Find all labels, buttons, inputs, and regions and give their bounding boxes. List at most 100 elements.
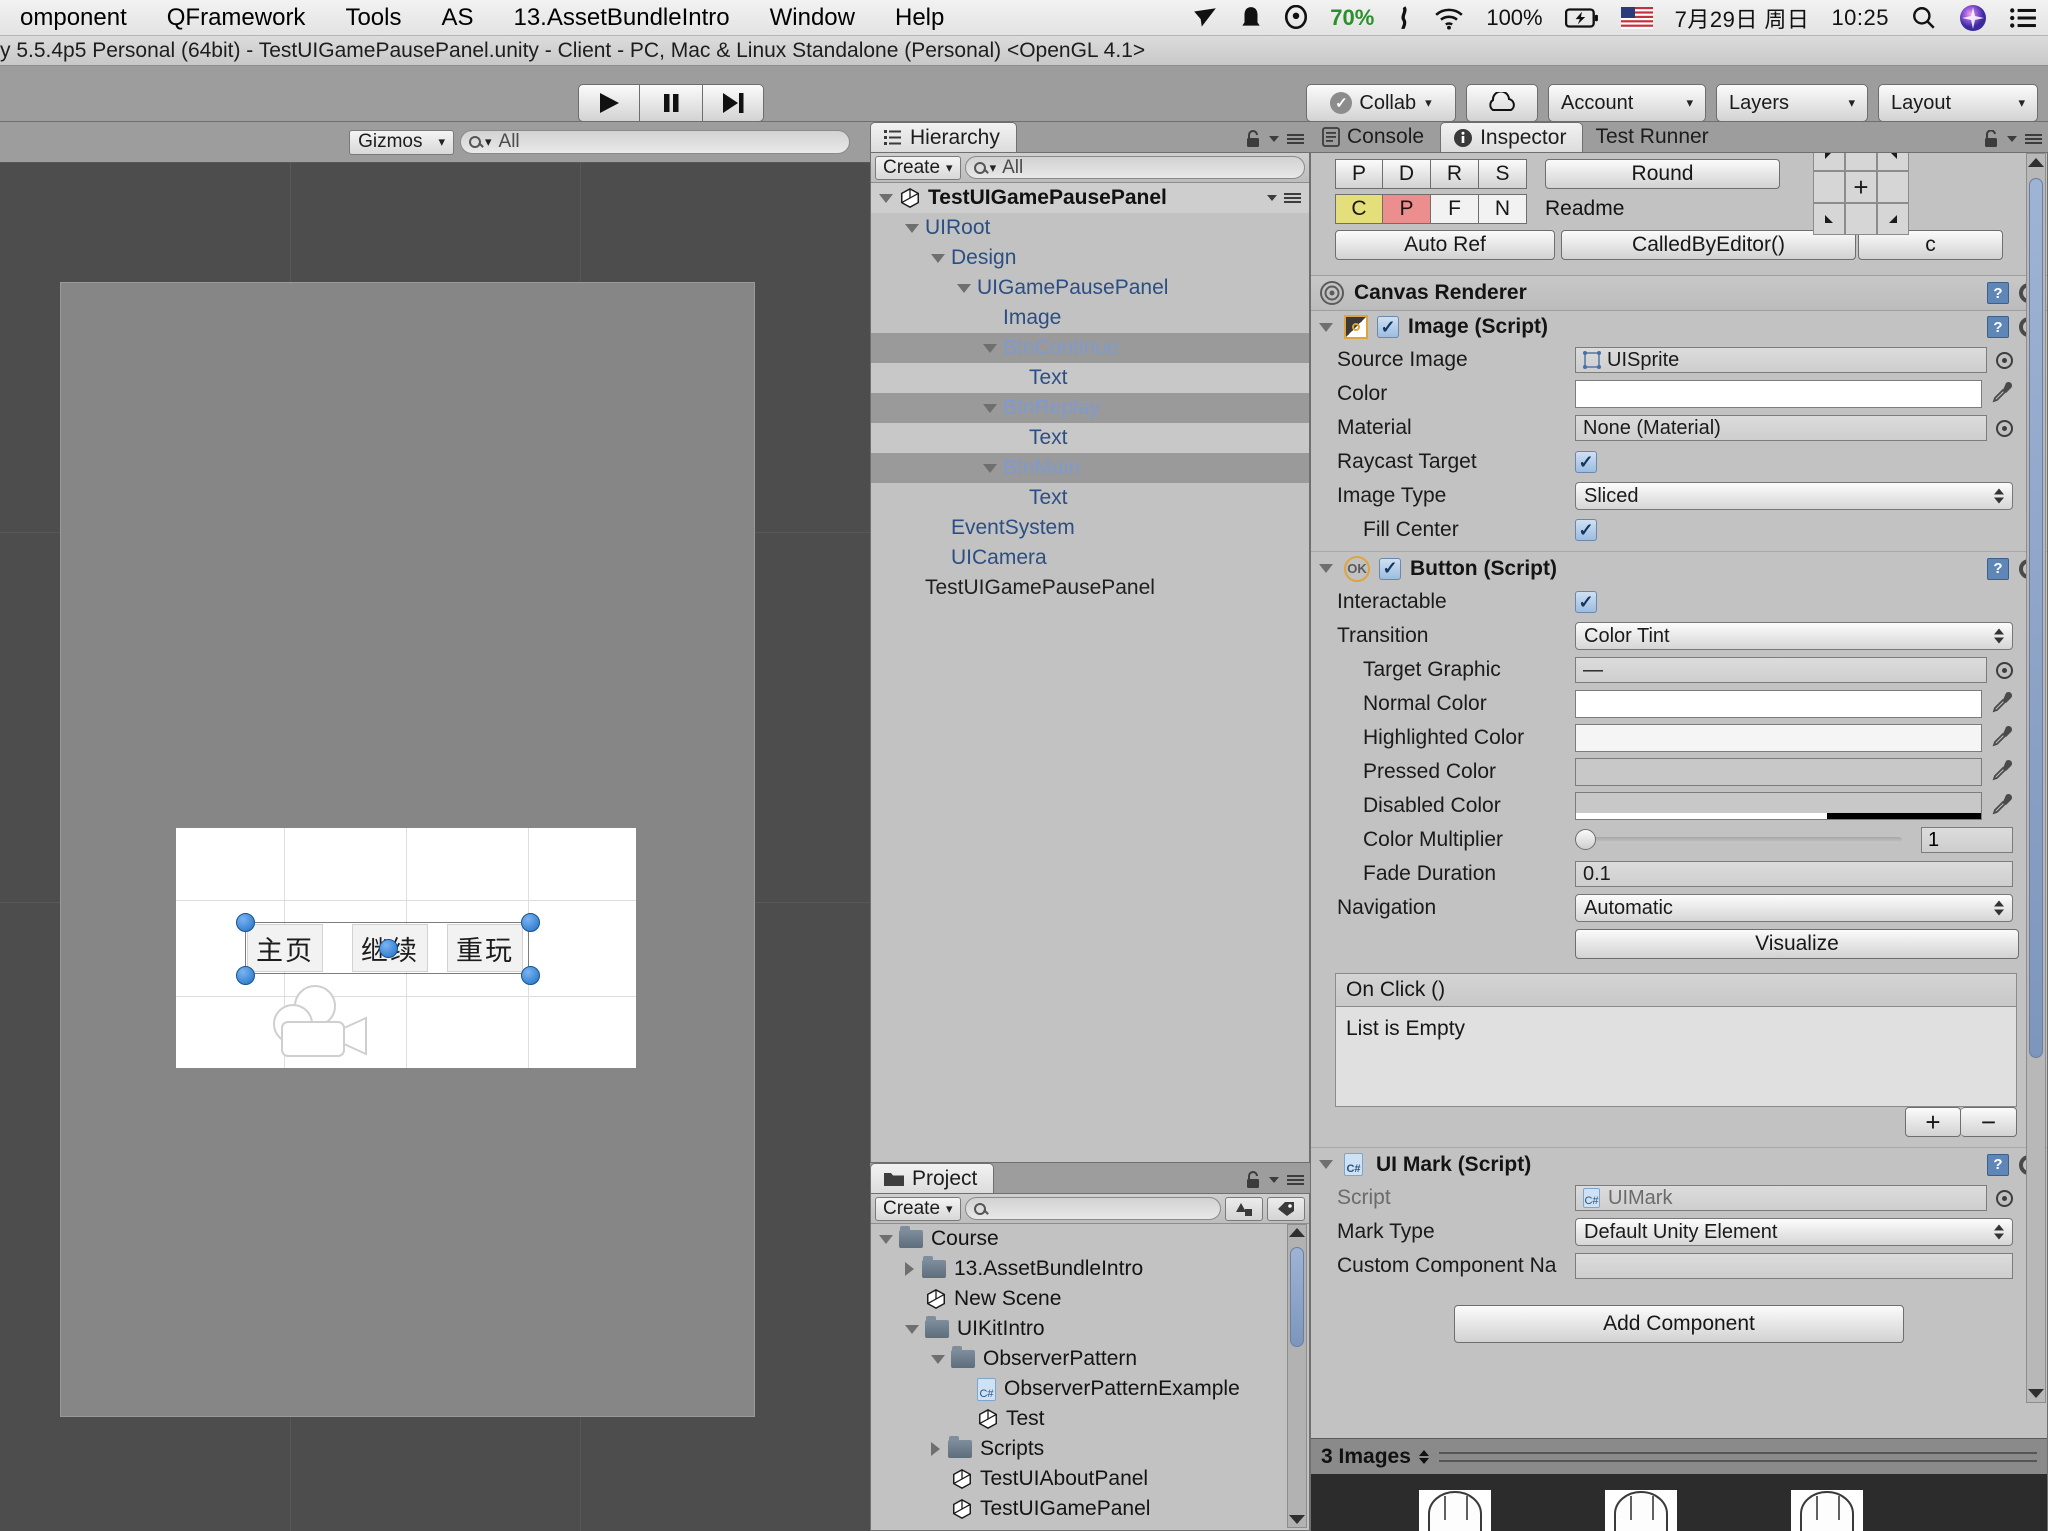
unlock-icon[interactable]: [1983, 130, 1999, 148]
button-pressed-color-color-field[interactable]: [1575, 758, 1982, 786]
collapse-arrow-icon[interactable]: [1319, 322, 1333, 332]
preview-thumb-3[interactable]: [1791, 1490, 1863, 1531]
eyedropper-button[interactable]: [1991, 759, 2013, 786]
tab-hierarchy[interactable]: Hierarchy: [870, 122, 1017, 152]
qf-button-d[interactable]: D: [1383, 159, 1431, 189]
project-filter-type-button[interactable]: [1225, 1196, 1263, 1221]
pause-button[interactable]: [640, 84, 702, 122]
anchor-cell-tr[interactable]: [1877, 153, 1909, 171]
project-item-course[interactable]: Course: [871, 1224, 1309, 1254]
object-picker-button[interactable]: [1996, 351, 2013, 369]
hierarchy-item-uigamepausepanel[interactable]: UIGamePausePanel: [871, 273, 1309, 303]
chevron-down-icon[interactable]: [1269, 1177, 1279, 1183]
anchor-cell-tl[interactable]: [1813, 153, 1845, 171]
preview-thumb-2[interactable]: [1605, 1490, 1677, 1531]
project-item-observerpattern[interactable]: ObserverPattern: [871, 1344, 1309, 1374]
selection-handle-tr[interactable]: [521, 913, 540, 932]
hierarchy-item-testuigamepausepanel[interactable]: TestUIGamePausePanel: [871, 573, 1309, 603]
button-disabled-color-color-field[interactable]: [1575, 792, 1982, 820]
collapse-arrow-icon[interactable]: [1319, 1160, 1333, 1169]
hierarchy-item-uiroot[interactable]: UIRoot: [871, 213, 1309, 243]
layers-button[interactable]: Layers ▾: [1716, 84, 1868, 122]
scroll-down-arrow[interactable]: [1289, 1515, 1305, 1524]
search-icon[interactable]: [1900, 5, 1948, 31]
project-filter-label-button[interactable]: [1267, 1196, 1305, 1221]
tab-inspector[interactable]: Inspector: [1440, 122, 1584, 152]
notification-center-icon[interactable]: [1998, 6, 2048, 30]
account-button[interactable]: Account ▾: [1548, 84, 1706, 122]
project-scrollbar[interactable]: [1287, 1224, 1307, 1528]
help-icon[interactable]: ?: [1987, 282, 2009, 304]
project-item-test[interactable]: Test: [871, 1404, 1309, 1434]
project-item-new-scene[interactable]: New Scene: [871, 1284, 1309, 1314]
chevron-down-icon[interactable]: [2007, 136, 2017, 142]
send-icon[interactable]: [1181, 5, 1229, 31]
uimark-custom-component-na-input[interactable]: [1575, 1253, 2013, 1279]
object-picker-icon[interactable]: [1996, 351, 2013, 369]
selection-handle-bl[interactable]: [236, 966, 255, 985]
image-fill-center-checkbox[interactable]: ✓: [1575, 519, 1597, 541]
project-item-scripts[interactable]: Scripts: [871, 1434, 1309, 1464]
bell-icon[interactable]: [1229, 5, 1273, 31]
hierarchy-search-input[interactable]: ▾ All: [964, 156, 1305, 179]
eyedropper-button[interactable]: [1991, 381, 2013, 408]
help-icon[interactable]: ?: [1987, 557, 2009, 580]
qf-button-c-color[interactable]: C: [1335, 194, 1383, 224]
project-item-testuigamepanel[interactable]: TestUIGamePanel: [871, 1494, 1309, 1524]
uimark-script-object-field[interactable]: C# UIMark: [1575, 1185, 1987, 1211]
lock-icon[interactable]: [1245, 130, 1261, 148]
anchor-cell-center[interactable]: +: [1845, 171, 1877, 203]
called-by-editor-button[interactable]: CalledByEditor(): [1561, 230, 1856, 260]
add-component-button[interactable]: Add Component: [1454, 1305, 1904, 1343]
hierarchy-item-text[interactable]: Text: [871, 423, 1309, 453]
project-item-uikitintro[interactable]: UIKitIntro: [871, 1314, 1309, 1344]
hierarchy-item-btnmain[interactable]: BtnMain: [871, 453, 1309, 483]
anchor-preset-grid[interactable]: +: [1813, 153, 1909, 235]
battery-icon[interactable]: [1554, 7, 1610, 29]
tab-project[interactable]: Project: [870, 1163, 995, 1193]
menu-item-as[interactable]: AS: [421, 4, 493, 32]
inspector-scroll-thumb[interactable]: [2029, 178, 2043, 1058]
play-button[interactable]: [578, 84, 640, 122]
button-navigation-dropdown[interactable]: Automatic: [1575, 894, 2013, 922]
anchor-cell-tc[interactable]: [1845, 153, 1877, 171]
auto-ref-button[interactable]: Auto Ref: [1335, 230, 1555, 260]
step-button[interactable]: [702, 84, 764, 122]
button-enabled-checkbox[interactable]: ✓: [1379, 557, 1401, 580]
button-normal-color-color-field[interactable]: [1575, 690, 1982, 718]
image-material-object-field[interactable]: None (Material): [1575, 415, 1987, 441]
object-picker-button[interactable]: [1996, 661, 2013, 679]
hierarchy-item-design[interactable]: Design: [871, 243, 1309, 273]
component-canvas-renderer[interactable]: Canvas Renderer ?: [1311, 275, 2047, 311]
eyedropper-button[interactable]: [1991, 793, 2013, 820]
project-item-testuiaboutpanel[interactable]: TestUIAboutPanel: [871, 1464, 1309, 1494]
qf-button-p-color[interactable]: P: [1383, 194, 1431, 224]
project-scroll-thumb[interactable]: [1290, 1247, 1304, 1347]
button-transition-dropdown[interactable]: Color Tint: [1575, 622, 2013, 650]
visualize-button[interactable]: Visualize: [1575, 929, 2019, 959]
scroll-down-arrow[interactable]: [2028, 1389, 2044, 1398]
qf-button-n-color[interactable]: N: [1479, 194, 1527, 224]
button-highlighted-color-color-field[interactable]: [1575, 724, 1982, 752]
help-icon[interactable]: ?: [1987, 1153, 2009, 1176]
project-item-observerpatternexample[interactable]: C# ObserverPatternExample: [871, 1374, 1309, 1404]
hierarchy-item-testuigamepausepanel[interactable]: TestUIGamePausePanel: [871, 183, 1309, 213]
component-image-script[interactable]: ✓ Image (Script) ?: [1311, 311, 2047, 343]
project-item-13-assetbundleintro[interactable]: 13.AssetBundleIntro: [871, 1254, 1309, 1284]
anchor-cell-br[interactable]: [1877, 203, 1909, 235]
menu-item-window[interactable]: Window: [750, 4, 875, 32]
component-ui-mark-script[interactable]: C# UI Mark (Script) ?: [1311, 1147, 2047, 1181]
image-raycast-target-checkbox[interactable]: ✓: [1575, 451, 1597, 473]
selection-handle-tl[interactable]: [236, 913, 255, 932]
tab-console[interactable]: Console: [1310, 122, 1440, 152]
add-listener-button[interactable]: +: [1905, 1107, 1961, 1137]
menu-item-help[interactable]: Help: [875, 4, 964, 32]
qf-button-f-color[interactable]: F: [1431, 194, 1479, 224]
panel-menu-icon[interactable]: [2025, 134, 2042, 144]
anchor-cell-bc[interactable]: [1845, 203, 1877, 235]
scene-canvas[interactable]: 主页 继续 重玩: [0, 162, 870, 1531]
project-search-input[interactable]: [964, 1197, 1221, 1220]
tab-test-runner[interactable]: Test Runner: [1583, 122, 1724, 152]
image-source-image-object-field[interactable]: UISprite: [1575, 347, 1987, 373]
uimark-mark-type-dropdown[interactable]: Default Unity Element: [1575, 1218, 2013, 1246]
